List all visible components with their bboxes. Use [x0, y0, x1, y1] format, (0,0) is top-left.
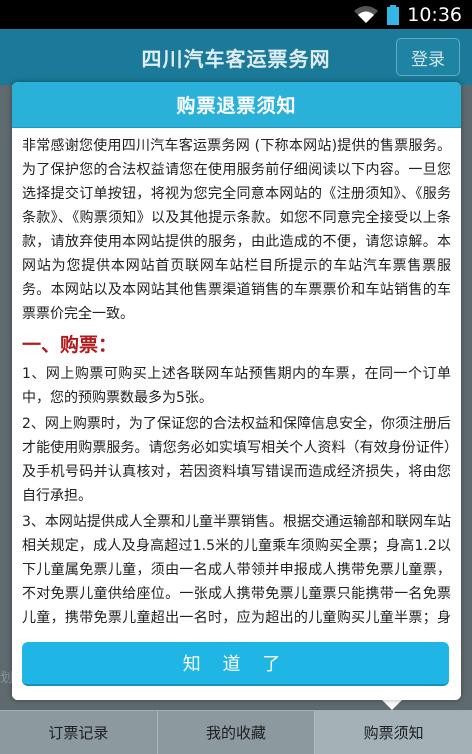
section-heading: 一、购票：: [22, 334, 118, 356]
dialog-footer: 知 道 了: [12, 628, 461, 700]
status-bar: 10:36: [0, 0, 472, 29]
dialog-header: 购票退票须知: [12, 82, 461, 128]
nav-item-favorites[interactable]: 我的收藏: [158, 711, 316, 754]
notice-dialog: 购票退票须知 非常感谢您使用四川汽车客运票务网 (下称本网站)提供的售票服务。为…: [12, 82, 461, 700]
wifi-icon: [354, 5, 379, 23]
dialog-scroll-content[interactable]: 非常感谢您使用四川汽车客运票务网 (下称本网站)提供的售票服务。为了保护您的合法…: [12, 128, 461, 628]
clock: 10:36: [407, 3, 462, 26]
app-title: 四川汽车客运票务网: [141, 46, 331, 71]
nav-item-booking-records[interactable]: 订票记录: [0, 711, 158, 754]
popup-pointer: [382, 700, 402, 710]
intro-paragraph: 非常感谢您使用四川汽车客运票务网 (下称本网站)提供的售票服务。为了保护您的合法…: [22, 138, 451, 322]
battery-icon: [387, 4, 400, 25]
notice-item: 1、网上购票可购买上述各联网车站预售期内的车票，在同一个订单中，您的预购票数最多…: [22, 366, 451, 406]
got-it-button[interactable]: 知 道 了: [22, 642, 449, 686]
notice-item: 2、网上购票时，为了保证您的合法权益和保障信息安全，你须注册后才能使用购票服务。…: [22, 416, 451, 504]
dialog-title: 购票退票须知: [176, 95, 297, 117]
nav-item-purchase-notice[interactable]: 购票须知: [315, 711, 472, 754]
app-header: 四川汽车客运票务网 登录: [0, 29, 472, 85]
login-button[interactable]: 登录: [396, 38, 460, 76]
notice-item: 3、本网站提供成人全票和儿童半票销售。根据交通运输部和联网车站相关规定，成人及身…: [22, 514, 451, 626]
bottom-nav: 订票记录 我的收藏 购票须知: [0, 710, 472, 754]
